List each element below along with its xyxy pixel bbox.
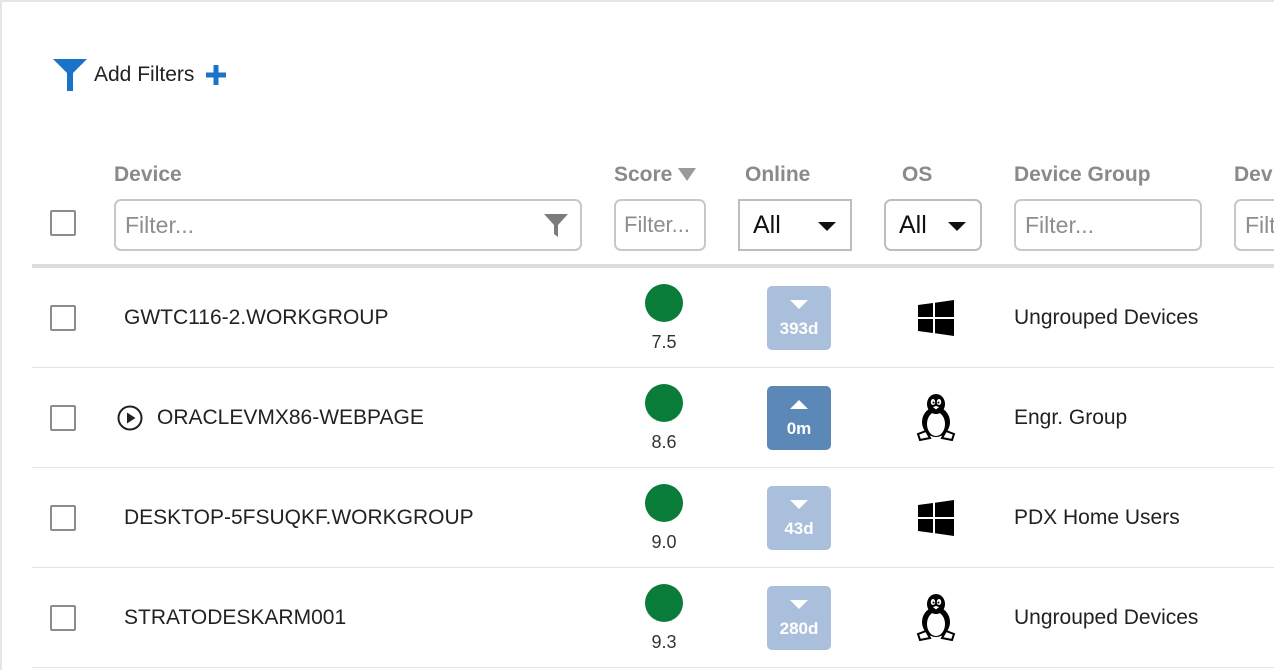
score-indicator (645, 384, 683, 422)
score-value: 9.0 (651, 532, 677, 552)
windows-icon (918, 300, 954, 336)
plus-icon (206, 65, 227, 85)
column-header-device-group[interactable]: Device Group (1014, 163, 1151, 187)
online-status-badge: 0m (767, 386, 831, 450)
device-group-value: Engr. Group (1014, 406, 1128, 429)
offline-arrow-icon (790, 500, 808, 509)
row-divider (32, 567, 1274, 568)
add-filters-button[interactable]: Add Filters (52, 58, 227, 92)
chevron-down-icon (818, 222, 836, 231)
frame-border-left (0, 0, 2, 670)
device-name-link[interactable]: STRATODESKARM001 (124, 606, 346, 630)
column-header-score[interactable]: Score (614, 163, 697, 187)
linux-icon (916, 594, 956, 641)
chevron-down-icon (948, 222, 966, 231)
score-value: 9.3 (651, 632, 677, 652)
sort-descending-icon (678, 167, 697, 181)
header-divider (32, 264, 1274, 268)
online-duration: 393d (779, 319, 819, 338)
column-header-next[interactable]: Dev (1234, 163, 1273, 187)
row-checkbox[interactable] (50, 505, 76, 531)
windows-icon (918, 500, 954, 536)
column-header-score-label: Score (614, 163, 673, 186)
row-divider (32, 667, 1274, 668)
device-name-link[interactable]: GWTC116-2.WORKGROUP (124, 306, 388, 330)
online-status-badge: 393d (767, 286, 831, 350)
column-header-os[interactable]: OS (902, 163, 932, 187)
online-filter-select[interactable]: All (738, 199, 852, 251)
online-status-badge: 280d (767, 586, 831, 650)
device-group-value: Ungrouped Devices (1014, 606, 1199, 629)
row-checkbox[interactable] (50, 405, 76, 431)
online-arrow-icon (790, 400, 808, 409)
offline-arrow-icon (790, 600, 808, 609)
add-filters-label: Add Filters (94, 63, 195, 86)
row-divider (32, 467, 1274, 468)
offline-arrow-icon (790, 300, 808, 309)
column-header-online[interactable]: Online (745, 163, 810, 187)
score-value: 8.6 (651, 432, 677, 452)
online-status-badge: 43d (767, 486, 831, 550)
online-duration: 0m (786, 419, 812, 438)
score-indicator (645, 584, 683, 622)
frame-border-top (0, 0, 1274, 2)
filter-icon (544, 214, 568, 237)
play-circle-icon[interactable] (117, 405, 143, 431)
online-duration: 43d (784, 519, 814, 538)
device-group-value: PDX Home Users (1014, 506, 1180, 529)
row-divider (32, 367, 1274, 368)
score-indicator (645, 284, 683, 322)
os-filter-value: All (899, 210, 927, 239)
filter-funnel-icon (53, 59, 87, 91)
score-filter-input[interactable] (614, 199, 706, 251)
column-header-device[interactable]: Device (114, 163, 182, 187)
score-indicator (645, 484, 683, 522)
device-group-filter-input[interactable] (1014, 199, 1202, 251)
row-checkbox[interactable] (50, 305, 76, 331)
linux-icon (916, 394, 956, 441)
device-filter-input[interactable] (114, 199, 582, 251)
select-all-checkbox[interactable] (50, 210, 76, 236)
score-value: 7.5 (651, 332, 677, 352)
row-checkbox[interactable] (50, 605, 76, 631)
os-filter-select[interactable]: All (884, 199, 982, 251)
device-name-link[interactable]: DESKTOP-5FSUQKF.WORKGROUP (124, 506, 474, 530)
device-name-link[interactable]: ORACLEVMX86-WEBPAGE (157, 406, 424, 430)
online-filter-value: All (753, 210, 781, 239)
next-column-filter-input[interactable] (1234, 199, 1274, 251)
online-duration: 280d (779, 619, 819, 638)
device-group-value: Ungrouped Devices (1014, 306, 1199, 329)
